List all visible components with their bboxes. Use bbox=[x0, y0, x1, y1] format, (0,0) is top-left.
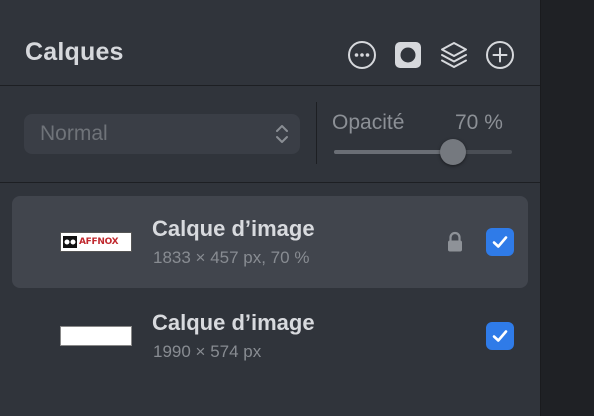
layer-thumbnail: AFFNOX bbox=[60, 232, 132, 252]
canvas-edge bbox=[540, 0, 594, 416]
checkmark-icon bbox=[492, 236, 508, 248]
layer-meta: 1833 × 457 px, 70 % bbox=[153, 248, 310, 267]
opacity-value: 70 % bbox=[455, 111, 503, 134]
controls-divider bbox=[316, 102, 317, 164]
layer-visibility-checkbox[interactable] bbox=[486, 228, 514, 256]
layer-name: Calque d’image bbox=[152, 310, 315, 335]
layer-row[interactable]: AFFNOX Calque d’image 1833 × 457 px, 70 … bbox=[12, 196, 528, 288]
more-options-icon[interactable] bbox=[347, 40, 377, 70]
layer-thumbnail bbox=[60, 326, 132, 346]
blend-mode-value: Normal bbox=[40, 122, 108, 145]
add-icon[interactable] bbox=[485, 40, 515, 70]
logo-emblem-icon bbox=[63, 236, 77, 248]
blend-mode-select[interactable]: Normal bbox=[24, 114, 300, 154]
thumbnail-logo-text: AFFNOX bbox=[79, 237, 119, 247]
layer-visibility-checkbox[interactable] bbox=[486, 322, 514, 350]
opacity-slider[interactable] bbox=[334, 138, 512, 166]
panel-title: Calques bbox=[25, 38, 124, 66]
slider-fill bbox=[334, 150, 454, 154]
layer-row[interactable]: Calque d’image 1990 × 574 px bbox=[12, 290, 528, 382]
mask-icon[interactable] bbox=[393, 40, 423, 70]
opacity-label: Opacité bbox=[332, 111, 405, 134]
lock-icon[interactable] bbox=[446, 231, 464, 253]
chevron-up-down-icon bbox=[274, 122, 290, 151]
slider-knob[interactable] bbox=[440, 139, 467, 165]
checkmark-icon bbox=[492, 330, 508, 342]
layer-name: Calque d’image bbox=[152, 216, 315, 241]
header-divider bbox=[0, 85, 540, 86]
layer-meta: 1990 × 574 px bbox=[153, 342, 262, 361]
layers-icon[interactable] bbox=[439, 40, 469, 70]
layers-panel: Calques Normal Opacité 70 % AFFNOX Calqu… bbox=[0, 0, 540, 416]
controls-bottom-divider bbox=[0, 182, 540, 183]
